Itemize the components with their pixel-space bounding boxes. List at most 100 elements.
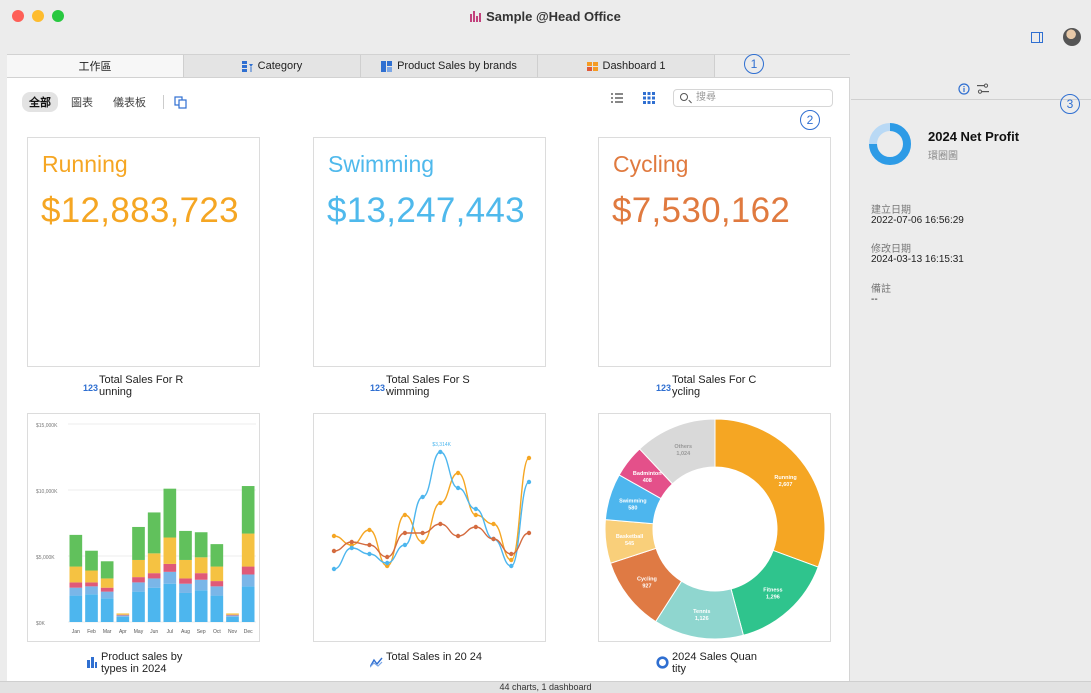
pie-slice [714,418,826,568]
search-input[interactable]: 搜尋 [673,89,833,107]
item-name: 2024 Net Profit [928,129,1020,144]
donut-chart-thumbnail-icon [869,123,911,165]
tab-product-sales-by-brands[interactable]: Product Sales by brands [361,55,538,77]
modified-value: 2024-03-13 16:15:31 [871,254,964,265]
bar-segment [69,534,83,567]
data-point [455,533,461,539]
x-tick-label: May [134,629,144,635]
tab-workspace[interactable]: 工作區 [7,55,184,77]
data-point [473,512,479,518]
bar-segment [241,566,255,575]
kpi-card-cycling[interactable]: Cycling $7,530,162 [598,137,831,367]
data-point [473,524,479,530]
chart-caption[interactable]: Total Sales in 20 24 [370,651,486,668]
x-tick-label: Jul [167,629,173,635]
list-view-icon[interactable] [611,92,623,104]
grid-view-icon[interactable] [643,92,655,104]
x-tick-label: Apr [119,629,127,635]
data-point [491,536,496,542]
bar-segment [163,583,177,622]
bar-segment [163,563,177,572]
bar-segment [85,550,98,571]
workspace-content: 全部 圖表 儀表板 搜尋 2 Running $12,883,723 Swimm… [7,78,850,681]
slice-label: Cycling [637,577,657,583]
x-tick-label: Jun [150,629,158,635]
data-point [331,533,337,539]
chart-caption-text: 2024 Sales Quan tity [672,651,758,675]
data-point [420,530,425,536]
data-point [438,500,443,506]
y-tick-label: $0K [36,621,46,627]
x-tick-label: Jan [72,629,80,635]
chart-caption[interactable]: 123 Total Sales For C ycling [656,374,772,398]
slice-value: 2,607 [779,482,793,488]
kpi-card-running[interactable]: Running $12,883,723 [27,137,260,367]
slice-value: 1,024 [676,451,691,457]
data-point [526,530,532,536]
bar-segment [241,486,255,534]
bar-segment [163,571,177,584]
data-point [384,554,390,560]
info-panel-tabs [851,78,1091,100]
data-point [420,494,425,500]
filter-dashboards[interactable]: 儀表板 [106,92,153,112]
tab-dashboard-1[interactable]: Dashboard 1 [538,55,715,77]
app-window: Sample @Head Office 工作區 Category Product… [0,0,1091,693]
chart-card-total-sales[interactable]: $3,314K [313,413,546,642]
data-point [509,557,514,563]
tab-label: 工作區 [78,61,112,73]
data-point [438,449,443,455]
slice-label: Swimming [619,499,647,505]
data-point [402,512,408,518]
bar-segment [100,578,114,588]
kpi-card-swimming[interactable]: Swimming $13,247,443 [313,137,546,367]
table-icon [241,60,253,72]
slice-value: 1,126 [695,616,709,622]
bar-segment [147,512,161,554]
copy-icon[interactable] [174,95,188,109]
filter-charts[interactable]: 圖表 [64,92,100,112]
data-point [402,542,408,548]
created-value: 2022-07-06 16:56:29 [871,215,964,226]
data-point [438,521,443,527]
bar-segment [210,544,224,567]
bar-segment [194,590,208,622]
toolbar: 全部 圖表 儀表板 搜尋 [7,78,850,118]
bar-segment [194,579,208,591]
chart-card-product-sales[interactable]: $0K $5,000K $10,000K $15,000K Jan Feb Mar Apr Ma… [27,413,260,642]
settings-toggle-icon[interactable] [977,83,989,95]
tab-label: Category [257,60,303,72]
search-placeholder: 搜尋 [696,92,716,103]
avatar[interactable] [1063,28,1081,46]
toggle-sidebar-icon[interactable] [1031,31,1043,43]
bar-segment [147,587,161,622]
bar-segment [132,577,145,583]
modified-label: 修改日期 [871,244,911,255]
tab-label: Dashboard 1 [602,60,666,72]
bar-segment [116,615,130,617]
bar-chart-icon [87,657,97,668]
bar-segment [100,598,114,622]
data-point [367,551,372,557]
slice-value: 580 [628,506,637,512]
chart-caption[interactable]: 123 Total Sales For R unning [83,374,199,398]
data-point [473,506,479,512]
slice-value: 1,296 [766,595,780,601]
tab-category[interactable]: Category [184,55,361,77]
data-point [367,527,372,533]
bar-segment [147,573,161,579]
chart-icon [381,60,393,72]
chart-caption[interactable]: Product sales by types in 2024 [87,651,201,675]
bar-segment [69,587,83,596]
chart-caption[interactable]: 123 Total Sales For S wimming [370,374,486,398]
info-icon[interactable] [958,83,970,95]
chart-card-sales-quantity[interactable]: Running 2,607 Fitness 1,296 Tennis 1,126 Cycli… [598,413,831,642]
chart-caption[interactable]: 2024 Sales Quan tity [656,651,772,675]
bar-segment [210,595,224,622]
filter-all[interactable]: 全部 [22,92,58,112]
bar-segment [85,586,98,595]
bar-segment [194,573,208,580]
bar-segment [241,586,255,622]
window-title-text: Sample @Head Office [486,9,621,24]
data-point [331,566,337,572]
